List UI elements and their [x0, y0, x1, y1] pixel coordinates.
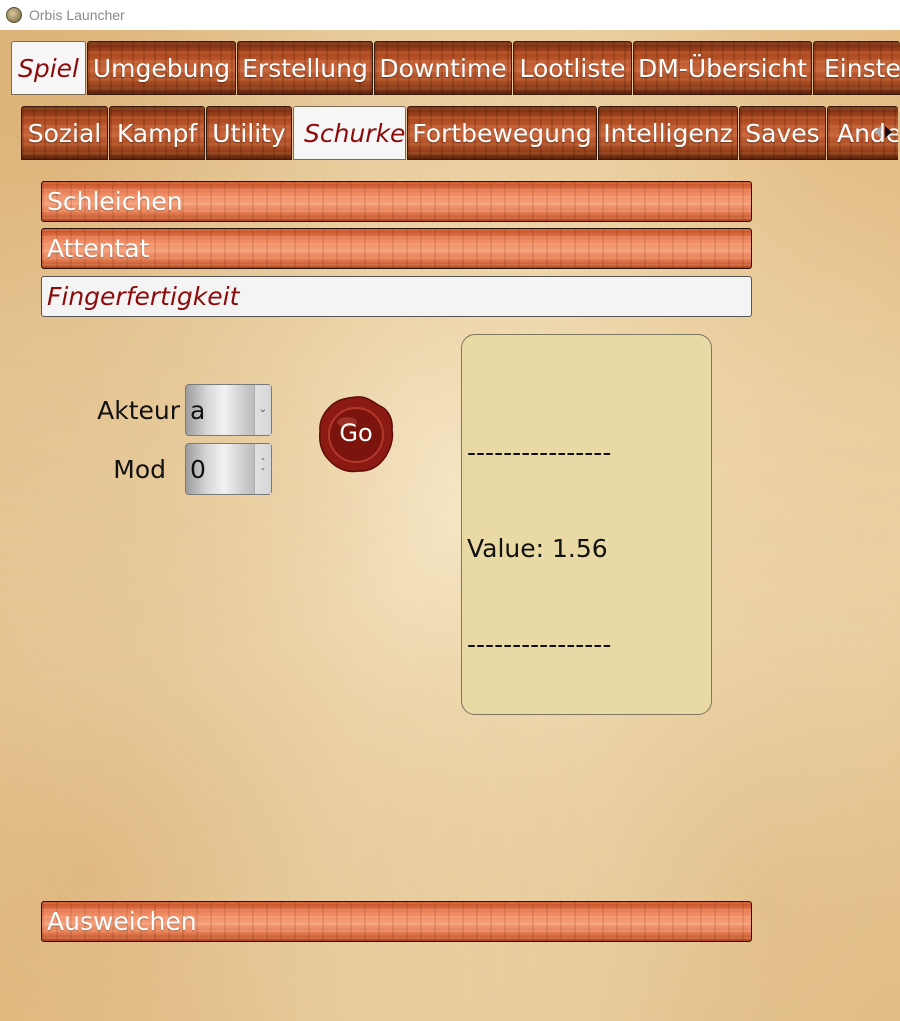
scroll-left-icon[interactable]	[874, 126, 881, 138]
sub-tab-bar: Sozial Kampf Utility Schurke Fortbewegun…	[21, 106, 899, 160]
spin-arrows-icon[interactable]: ˆˇ	[254, 444, 271, 494]
section-ausweichen[interactable]: Ausweichen	[41, 901, 752, 942]
tab-schurke[interactable]: Schurke	[293, 106, 406, 160]
tab-umgebung[interactable]: Umgebung	[87, 41, 236, 95]
actor-select[interactable]: a ⌄	[185, 384, 272, 436]
tab-fortbewegung[interactable]: Fortbewegung	[407, 106, 597, 160]
tab-sozial[interactable]: Sozial	[21, 106, 108, 160]
tab-spiel[interactable]: Spiel	[11, 41, 86, 95]
section-fingerfertigkeit[interactable]: Fingerfertigkeit	[41, 276, 752, 317]
output-line-separator-top: ----------------	[467, 438, 612, 467]
tab-saves[interactable]: Saves	[739, 106, 826, 160]
output-line-value: Value: 1.56	[467, 534, 608, 563]
actor-label: Akteur	[97, 396, 180, 425]
actor-value: a	[190, 395, 206, 425]
tab-erstellung[interactable]: Erstellung	[237, 41, 373, 95]
tab-kampf[interactable]: Kampf	[109, 106, 205, 160]
tab-dm-uebersicht[interactable]: DM-Übersicht	[633, 41, 812, 95]
tab-lootliste[interactable]: Lootliste	[513, 41, 632, 95]
main-tab-bar: Spiel Umgebung Erstellung Downtime Lootl…	[11, 41, 900, 95]
mod-spinbox[interactable]: 0 ˆˇ	[185, 443, 272, 495]
app-icon	[6, 7, 22, 23]
tab-scroll-arrows[interactable]	[866, 119, 900, 145]
tab-utility[interactable]: Utility	[206, 106, 292, 160]
scroll-right-icon[interactable]	[885, 126, 892, 138]
window-titlebar: Orbis Launcher	[0, 0, 900, 30]
section-attentat[interactable]: Attentat	[41, 228, 752, 269]
output-line-separator-bottom: ----------------	[467, 630, 612, 659]
tab-intelligenz[interactable]: Intelligenz	[598, 106, 738, 160]
mod-label: Mod	[113, 455, 166, 484]
mod-value: 0	[190, 454, 206, 484]
window-title: Orbis Launcher	[29, 7, 125, 23]
result-output: ---------------- Value: 1.56 -----------…	[461, 334, 712, 715]
tab-einstellungen[interactable]: Einstel	[813, 41, 900, 95]
go-button-label[interactable]: Go	[317, 419, 395, 447]
chevron-down-icon[interactable]: ⌄	[254, 385, 271, 435]
tab-downtime[interactable]: Downtime	[374, 41, 512, 95]
section-schleichen[interactable]: Schleichen	[41, 181, 752, 222]
